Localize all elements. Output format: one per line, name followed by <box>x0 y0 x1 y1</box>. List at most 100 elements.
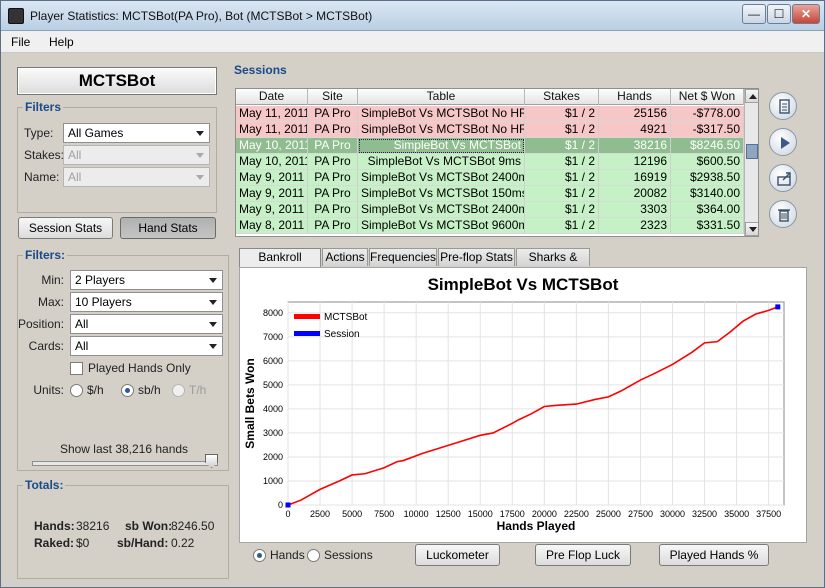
units-t-radio[interactable] <box>172 384 185 397</box>
tab-preflop-stats[interactable]: Pre-flop Stats <box>438 248 515 266</box>
session-row[interactable]: May 11, 2011 PA Pro SimpleBot Vs MCTSBot N… <box>236 122 744 138</box>
hand-stats-button[interactable]: Hand Stats <box>120 217 216 239</box>
col-stakes[interactable]: Stakes <box>525 89 599 105</box>
min-players-select[interactable]: 2 Players <box>70 270 223 290</box>
graph-by-hands-radio[interactable] <box>253 549 266 562</box>
col-site[interactable]: Site <box>308 89 358 105</box>
preflop-luck-button[interactable]: Pre Flop Luck <box>535 544 631 566</box>
scroll-thumb[interactable] <box>746 144 758 159</box>
legend-label: Session <box>324 329 360 340</box>
session-row[interactable]: May 8, 2011 PA Pro SimpleBot Vs MCTSBot 96… <box>236 218 744 234</box>
name-select[interactable]: All <box>63 167 210 187</box>
x-tick-label: 30000 <box>660 509 685 519</box>
session-row[interactable]: May 9, 2011 PA Pro SimpleBot Vs MCTSBot 24… <box>236 170 744 186</box>
luckometer-button[interactable]: Luckometer <box>415 544 500 566</box>
content-area: MCTSBot Filters Type: All Games Stakes: … <box>7 57 818 583</box>
maximize-button[interactable]: ☐ <box>767 4 791 24</box>
units-dollar-label: $/h <box>87 383 104 397</box>
x-tick-label: 32500 <box>692 509 717 519</box>
tab-actions[interactable]: Actions <box>322 248 368 266</box>
cards-select[interactable]: All <box>70 336 223 356</box>
units-sb-radio[interactable] <box>121 384 134 397</box>
close-button[interactable]: ✕ <box>792 4 820 24</box>
hands-total-label: Hands: <box>34 519 75 533</box>
sessions-scrollbar[interactable] <box>744 89 758 236</box>
export-icon <box>777 172 791 186</box>
stakes-label: Stakes: <box>24 148 65 162</box>
col-hands[interactable]: Hands <box>599 89 671 105</box>
session-row[interactable]: May 10, 2011 PA Pro SimpleBot Vs MCTSBot 9… <box>236 154 744 170</box>
session-row[interactable]: May 10, 2011 PA Pro SimpleBot Vs MCTSBot $1… <box>236 138 744 154</box>
scroll-down-arrow[interactable] <box>745 222 758 236</box>
tab-frequencies[interactable]: Frequencies <box>369 248 437 266</box>
player-name-button[interactable]: MCTSBot <box>17 67 217 95</box>
sb-won-label: sb Won: <box>125 519 173 533</box>
session-cell-site: PA Pro <box>308 138 358 154</box>
played-hands-pct-button[interactable]: Played Hands % <box>659 544 769 566</box>
y-tick-label: 5000 <box>263 380 283 390</box>
session-cell-site: PA Pro <box>308 154 358 170</box>
session-cell-hands: 20082 <box>599 186 671 202</box>
type-value: All Games <box>68 126 124 140</box>
type-select[interactable]: All Games <box>63 123 210 143</box>
hands-slider-track[interactable] <box>32 461 218 466</box>
session-row[interactable]: May 11, 2011 PA Pro SimpleBot Vs MCTSBot N… <box>236 106 744 122</box>
legend-swatch <box>294 331 320 336</box>
export-session-button[interactable] <box>769 164 797 192</box>
stakes-value: All <box>68 148 82 162</box>
session-row[interactable]: May 9, 2011 PA Pro SimpleBot Vs MCTSBot 24… <box>236 202 744 218</box>
session-cell-net: $364.00 <box>671 202 744 218</box>
replay-session-button[interactable] <box>769 128 797 156</box>
play-icon <box>781 137 790 149</box>
filters-group: Filters: Min: 2 Players Max: 10 Players … <box>17 248 229 471</box>
title-bar: Player Statistics: MCTSBot(PA Pro), Bot … <box>1 1 824 31</box>
x-tick-label: 7500 <box>374 509 394 519</box>
trash-icon <box>778 209 790 222</box>
session-row[interactable]: May 9, 2011 PA Pro SimpleBot Vs MCTSBot 15… <box>236 186 744 202</box>
filters-title: Filters: <box>23 248 68 262</box>
chevron-down-icon <box>209 278 217 283</box>
minimize-button[interactable]: — <box>742 4 766 24</box>
menu-file[interactable]: File <box>11 35 30 49</box>
sessions-table: Date Site Table Stakes Hands Net $ Won M… <box>235 88 759 237</box>
chevron-down-icon <box>209 344 217 349</box>
tab-sharks-fish[interactable]: Sharks & Fish <box>516 248 590 280</box>
units-dollar-radio[interactable] <box>70 384 83 397</box>
x-tick-label: 15000 <box>468 509 493 519</box>
arrow-down-icon <box>749 227 757 232</box>
session-cell-date: May 9, 2011 <box>236 186 308 202</box>
max-players-value: 10 Players <box>75 295 132 309</box>
session-cell-net: -$778.00 <box>671 106 744 122</box>
type-label: Type: <box>24 126 54 140</box>
session-cell-net: $600.50 <box>671 154 744 170</box>
y-tick-label: 1000 <box>263 476 283 486</box>
sb-per-hand-label: sb/Hand: <box>117 536 169 550</box>
session-point <box>775 304 781 310</box>
max-players-select[interactable]: 10 Players <box>70 292 223 312</box>
legend-label: MCTSBot <box>324 312 368 323</box>
scroll-up-arrow[interactable] <box>745 89 758 103</box>
tab-bankroll-graph[interactable]: Bankroll Graph <box>239 248 321 280</box>
bankroll-chart: SimpleBot Vs MCTSBot 0 1000 2000 3000 4000 50… <box>243 275 785 533</box>
session-cell-table: SimpleBot Vs MCTSBot 2400ms <box>358 202 525 218</box>
graph-by-sessions-radio[interactable] <box>307 549 320 562</box>
col-net-won[interactable]: Net $ Won <box>671 89 744 105</box>
session-cell-table: SimpleBot Vs MCTSBot 9ms <box>358 154 525 170</box>
played-hands-only-checkbox[interactable] <box>70 362 83 375</box>
chevron-down-icon <box>196 153 204 158</box>
raked-value: $0 <box>76 536 90 550</box>
session-stats-button[interactable]: Session Stats <box>18 217 113 239</box>
session-cell-hands: 12196 <box>599 154 671 170</box>
col-date[interactable]: Date <box>236 89 308 105</box>
session-notes-button[interactable] <box>769 92 797 120</box>
session-cell-net: $331.50 <box>671 218 744 234</box>
col-table[interactable]: Table <box>358 89 525 105</box>
delete-session-button[interactable] <box>769 200 797 228</box>
y-axis-label: Small Bets Won <box>243 358 257 448</box>
position-select[interactable]: All <box>70 314 223 334</box>
session-cell-stakes: $1 / 2 <box>525 122 599 138</box>
menu-help[interactable]: Help <box>49 35 74 49</box>
session-cell-date: May 11, 2011 <box>236 106 308 122</box>
y-tick-label: 8000 <box>263 308 283 318</box>
stakes-select[interactable]: All <box>63 145 210 165</box>
